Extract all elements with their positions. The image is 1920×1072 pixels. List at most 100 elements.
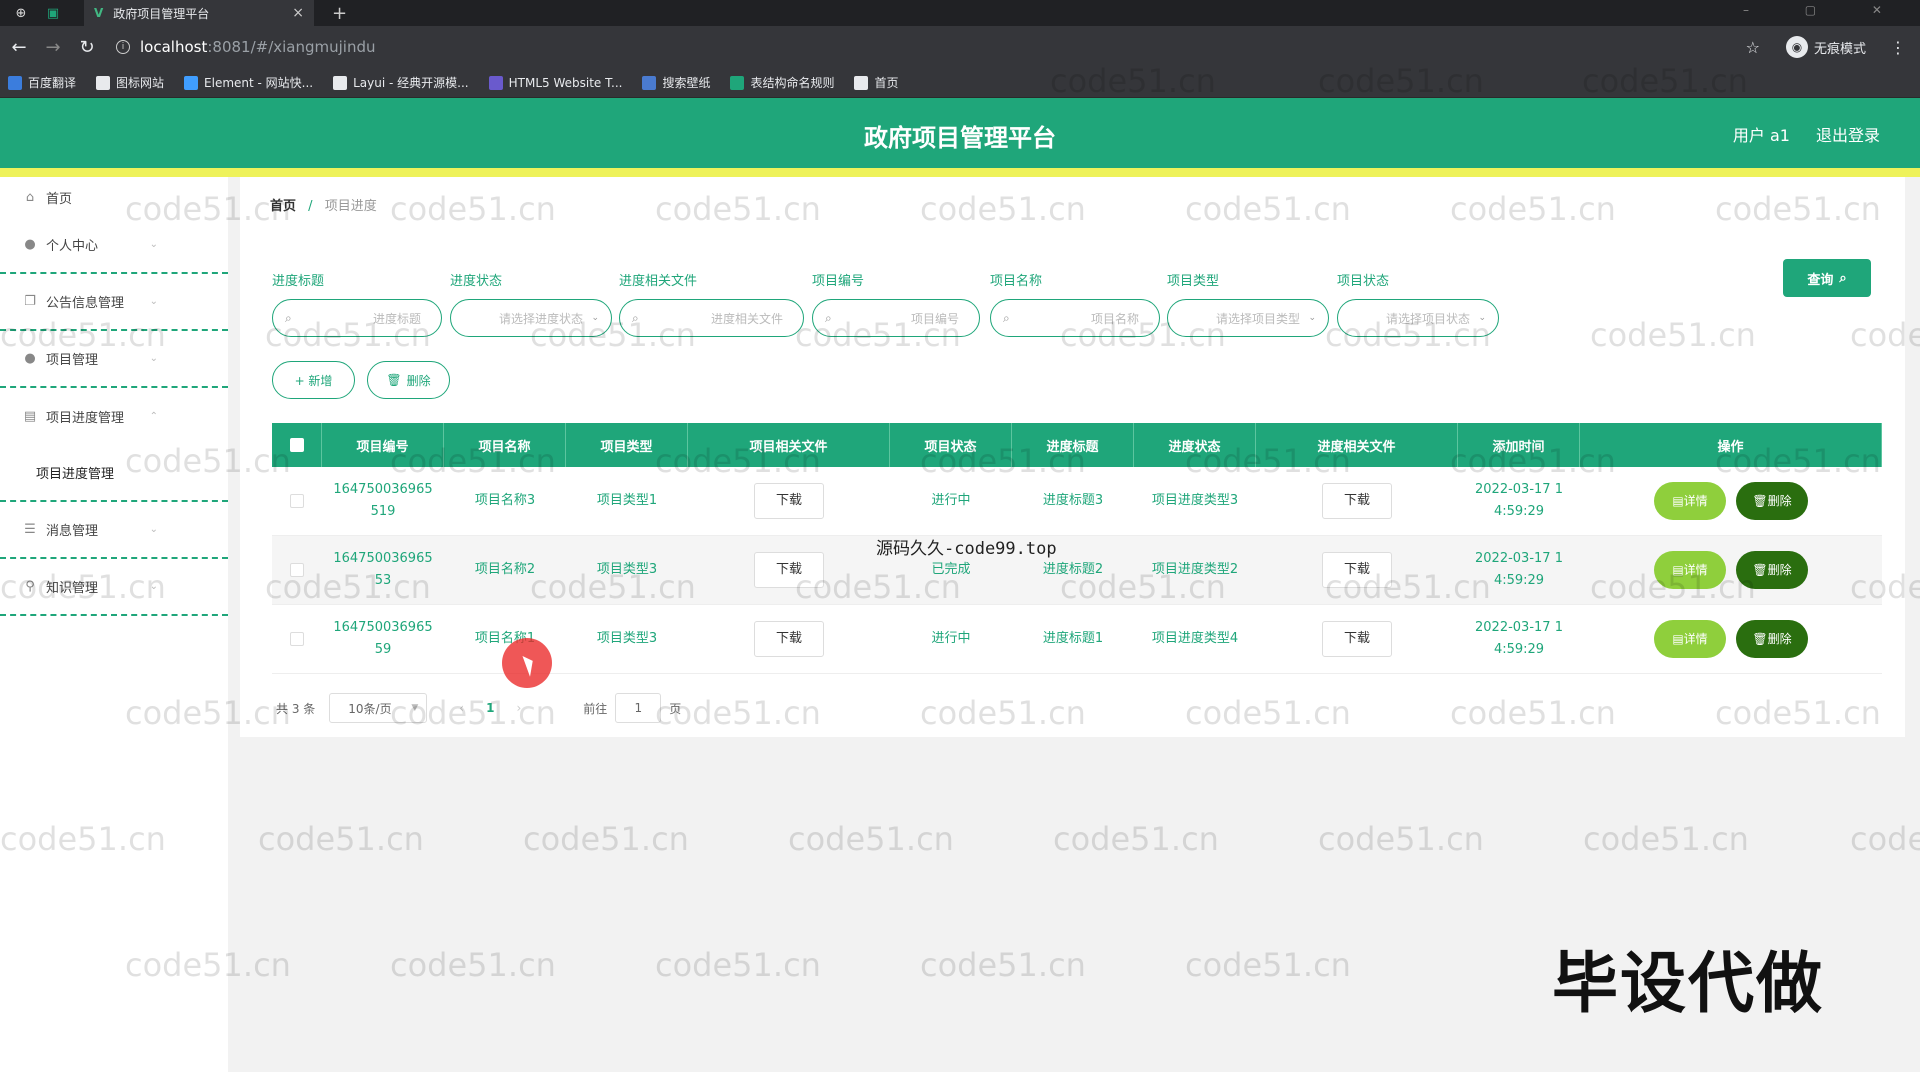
project-type-cell: 项目类型3 (566, 536, 688, 604)
sidebar-item-profile[interactable]: ● 个人中心 ⌄ (0, 217, 228, 274)
filter-select[interactable]: 请选择进度状态⌄ (450, 299, 612, 337)
breadcrumb-current: 项目进度 (325, 199, 377, 214)
filter-input[interactable]: ⌕项目编号 (812, 299, 980, 337)
row-select-cell (272, 536, 322, 604)
page-number[interactable]: 1 (486, 701, 494, 715)
select-all-checkbox[interactable] (290, 438, 304, 452)
query-button-label: 查询 (1807, 269, 1833, 288)
new-tab-icon[interactable]: + (332, 3, 347, 24)
filter-select[interactable]: 请选择项目状态⌄ (1337, 299, 1499, 337)
pinned-tab-icon[interactable]: ▣ (42, 2, 64, 24)
bookmark-icon (96, 76, 110, 90)
filter-input[interactable]: ⌕进度相关文件 (619, 299, 804, 337)
bookmark-item[interactable]: 表结构命名规则 (730, 74, 834, 91)
next-page-icon[interactable]: › (516, 701, 521, 715)
filter-input[interactable]: ⌕进度标题 (272, 299, 442, 337)
project-name: 项目名称2 (475, 559, 535, 581)
project-code-cell: 164750036965519 (322, 467, 444, 535)
app-header: 政府项目管理平台 用户 a1 退出登录 (0, 98, 1920, 168)
project-code-line: 164750036965 (333, 479, 432, 501)
sidebar-item-messages[interactable]: ☰ 消息管理 ⌄ (0, 502, 228, 559)
progress-status-cell: 项目进度类型3 (1134, 467, 1256, 535)
bookmark-item[interactable]: 搜索壁纸 (642, 74, 710, 91)
project-status: 已完成 (931, 559, 970, 581)
detail-button[interactable]: ▤ 详情 (1654, 620, 1726, 658)
chevron-down-icon: ⌄ (150, 239, 158, 250)
download-button[interactable]: 下载 (754, 552, 824, 588)
delete-button[interactable]: 🗑 删除 (1736, 551, 1808, 589)
batch-delete-button[interactable]: 🗑 删除 (367, 361, 450, 399)
download-button[interactable]: 下载 (1322, 621, 1392, 657)
sidebar-item-project[interactable]: ● 项目管理 ⌄ (0, 331, 228, 388)
bookmark-item[interactable]: Layui - 经典开源模... (333, 74, 468, 91)
added-time-line: 4:59:29 (1494, 570, 1544, 592)
project-status-cell: 进行中 (890, 467, 1012, 535)
added-time-line: 2022-03-17 1 (1475, 617, 1563, 639)
browser-menu-icon[interactable]: ⋮ (1890, 38, 1906, 57)
sidebar-item-home[interactable]: ⌂ 首页 (0, 177, 228, 217)
row-select-cell (272, 467, 322, 535)
back-icon[interactable]: ← (4, 37, 34, 58)
detail-label: 详情 (1684, 628, 1708, 650)
info-icon[interactable]: i (116, 40, 130, 54)
close-tab-icon[interactable]: × (292, 5, 304, 21)
row-checkbox[interactable] (290, 494, 304, 508)
user-label[interactable]: 用户 a1 (1733, 122, 1790, 146)
page-size-value: 10条/页 (348, 700, 391, 717)
sidebar-item-label: 首页 (46, 188, 72, 207)
prev-page-icon[interactable]: ‹ (459, 701, 464, 715)
column-header: 项目相关文件 (688, 423, 890, 467)
chevron-down-icon: ⌄ (591, 313, 599, 323)
progress-file-cell: 下载 (1256, 605, 1458, 673)
filter-input[interactable]: ⌕项目名称 (990, 299, 1160, 337)
window-controls[interactable]: – ▢ ✕ (1743, 3, 1908, 17)
bookmark-label: Element - 网站快... (204, 74, 313, 91)
delete-button[interactable]: 🗑 删除 (1736, 620, 1808, 658)
profile-label[interactable]: 无痕模式 (1814, 38, 1866, 57)
delete-button[interactable]: 🗑 删除 (1736, 482, 1808, 520)
progress-file-cell: 下载 (1256, 536, 1458, 604)
sidebar-item-knowledge[interactable]: ⚲ 知识管理 ⌄ (0, 559, 228, 616)
logout-link[interactable]: 退出登录 (1816, 122, 1880, 146)
progress-title: 进度标题2 (1043, 559, 1103, 581)
download-button[interactable]: 下载 (1322, 552, 1392, 588)
document-icon: ▤ (1672, 628, 1683, 650)
bookmark-item[interactable]: 首页 (854, 74, 898, 91)
row-checkbox[interactable] (290, 563, 304, 577)
url-field[interactable]: i localhost :8081/#/xiangmujindu (116, 38, 376, 56)
download-button[interactable]: 下载 (754, 483, 824, 519)
incognito-icon[interactable]: ◉ (1786, 36, 1808, 58)
bookmark-item[interactable]: Element - 网站快... (184, 74, 313, 91)
browser-tab[interactable]: V 政府项目管理平台 × (84, 0, 314, 26)
bookmark-item[interactable]: 图标网站 (96, 74, 164, 91)
url-host: localhost (140, 38, 207, 56)
add-button[interactable]: + 新增 (272, 361, 355, 399)
watermark-text: code51.cn (655, 946, 821, 984)
detail-button[interactable]: ▤ 详情 (1654, 551, 1726, 589)
query-button[interactable]: 查询 ⌕ (1783, 259, 1871, 297)
row-checkbox[interactable] (290, 632, 304, 646)
column-header: 进度状态 (1134, 423, 1256, 467)
progress-file-cell: 下载 (1256, 467, 1458, 535)
bookmark-item[interactable]: 百度翻译 (8, 74, 76, 91)
bookmark-star-icon[interactable]: ☆ (1746, 38, 1760, 57)
sidebar-subitem-label: 项目进度管理 (36, 463, 114, 482)
vue-favicon-icon: V (94, 6, 103, 20)
forward-icon[interactable]: → (38, 37, 68, 58)
batch-delete-label: 删除 (407, 372, 431, 389)
sidebar-item-progress[interactable]: ▤ 项目进度管理 ⌃ (0, 388, 228, 445)
breadcrumb-home[interactable]: 首页 (270, 199, 296, 214)
download-button[interactable]: 下载 (1322, 483, 1392, 519)
sidebar-item-notice[interactable]: ❐ 公告信息管理 ⌄ (0, 274, 228, 331)
watermark-text: code51.cn (1185, 946, 1351, 984)
watermark-text: code51.cn (390, 946, 556, 984)
reload-icon[interactable]: ↻ (72, 37, 102, 58)
detail-button[interactable]: ▤ 详情 (1654, 482, 1726, 520)
sidebar-subitem-progress[interactable]: 项目进度管理 (0, 445, 228, 502)
bookmark-item[interactable]: HTML5 Website T... (489, 76, 623, 90)
download-button[interactable]: 下载 (754, 621, 824, 657)
project-file-cell: 下载 (688, 467, 890, 535)
filter-select[interactable]: 请选择项目类型⌄ (1167, 299, 1329, 337)
goto-page-input[interactable]: 1 (615, 693, 661, 723)
page-size-select[interactable]: 10条/页 ▼ (329, 693, 427, 723)
